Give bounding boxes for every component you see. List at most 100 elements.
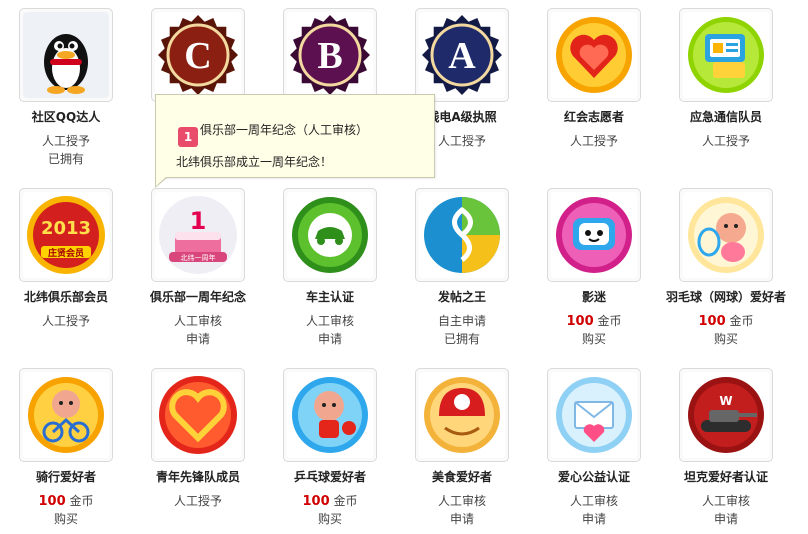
badge-card: 影迷 100 金币购买 <box>528 180 660 350</box>
badge-acquire-method: 人工审核 <box>305 314 354 328</box>
medal-letter: C <box>184 35 211 77</box>
cycling-mascot-icon <box>23 372 109 458</box>
price-unit: 金币 <box>333 494 358 508</box>
svg-text:北纬一周年: 北纬一周年 <box>181 253 216 262</box>
svg-text:2013: 2013 <box>41 218 91 239</box>
badge-acquire-method: 人工审核 <box>437 494 486 508</box>
badge-image[interactable]: A <box>415 8 509 102</box>
badge-name: 坦克爱好者认证 <box>683 470 768 484</box>
badge-card: 社区QQ达人 人工授予 已拥有 <box>0 0 132 170</box>
badge-card: 应急通信队员 人工授予 <box>660 0 792 170</box>
badge-tooltip: 1 俱乐部一周年纪念（人工审核） 北纬俱乐部成立一周年纪念！ <box>155 94 435 188</box>
buy-link[interactable]: 购买 <box>264 510 396 527</box>
badge-image[interactable] <box>151 368 245 462</box>
c-medal-icon: C <box>155 12 241 98</box>
badge-image[interactable]: C <box>151 8 245 102</box>
anniversary-cake-icon: 1 北纬一周年 <box>155 192 241 278</box>
badge-card: 乒乓球爱好者 100 金币 购买 <box>264 360 396 530</box>
a-medal-icon: A <box>419 12 505 98</box>
tv-mascot-icon <box>551 192 637 278</box>
youth-heart-icon <box>155 372 241 458</box>
badge-name: 爱心公益认证 <box>557 470 630 484</box>
badge-image[interactable] <box>415 368 509 462</box>
chef-hat-icon <box>419 372 505 458</box>
badge-image[interactable] <box>19 8 113 102</box>
medal-letter: A <box>448 35 476 77</box>
apply-link[interactable]: 申请 <box>132 330 264 347</box>
badge-acquire-method: 自主申请 <box>437 314 486 328</box>
badge-image[interactable]: W <box>679 368 773 462</box>
badge-card: 羽毛球（网球）爱好者 100 金币 购买 <box>660 180 792 350</box>
qq-penguin-icon <box>23 12 109 98</box>
badge-card: 红会志愿者 人工授予 <box>528 0 660 170</box>
badge-image[interactable] <box>547 188 641 282</box>
badge-image[interactable] <box>547 368 641 462</box>
tooltip-arrow-fill <box>156 177 166 186</box>
tennis-mascot-icon <box>683 192 769 278</box>
badge-card: 发帖之王 自主申请 已拥有 <box>396 180 528 350</box>
medal-letter: B <box>317 35 342 77</box>
price-value: 100 <box>302 494 330 509</box>
badge-image[interactable] <box>547 8 641 102</box>
tooltip-description: 北纬俱乐部成立一周年纪念！ <box>176 155 333 169</box>
price-value: 100 <box>698 314 726 329</box>
apply-link[interactable]: 申请 <box>660 510 792 527</box>
price-value: 100 <box>566 314 594 329</box>
price-value: 100 <box>38 494 66 509</box>
svg-text:W: W <box>719 394 732 408</box>
badge-acquire-method: 人工审核 <box>569 494 618 508</box>
buy-link[interactable]: 购买 <box>660 330 792 347</box>
badge-acquire-method: 人工授予 <box>41 134 90 148</box>
badge-image[interactable] <box>679 188 773 282</box>
badge-status: 已拥有 <box>443 332 480 346</box>
pingpong-mascot-icon <box>287 372 373 458</box>
badge-card: W 坦克爱好者认证 人工审核申请 <box>660 360 792 530</box>
badge-price: 100 金币 <box>264 492 396 509</box>
price-unit: 金币 <box>69 494 94 508</box>
badge-price: 100 金币 <box>660 312 792 329</box>
badge-name: 影迷 <box>581 290 606 304</box>
badge-image[interactable]: 2013 庄贤会员 <box>19 188 113 282</box>
badge-image[interactable] <box>415 188 509 282</box>
badge-card: 爱心公益认证 人工审核申请 <box>528 360 660 530</box>
badge-price: 100 金币 <box>0 492 132 509</box>
apply-link[interactable]: 申请 <box>528 510 660 527</box>
badge-name: 社区QQ达人 <box>31 110 101 124</box>
apply-link[interactable]: 申请 <box>264 330 396 347</box>
buy-link[interactable]: 购买 <box>528 330 660 347</box>
badge-image[interactable] <box>679 8 773 102</box>
badge-card: 2013 庄贤会员 北纬俱乐部会员 人工授予 <box>0 180 132 350</box>
badge-acquire-method: 人工审核 <box>173 314 222 328</box>
badge-name: 骑行爱好者 <box>35 470 96 484</box>
badge-acquire-method: 人工授予 <box>701 134 750 148</box>
apply-link[interactable]: 申请 <box>396 510 528 527</box>
badge-acquire-method: 人工审核 <box>701 494 750 508</box>
badge-name: 红会志愿者 <box>563 110 624 124</box>
badge-image[interactable] <box>283 368 377 462</box>
buy-link[interactable]: 购买 <box>0 510 132 527</box>
love-letter-icon <box>551 372 637 458</box>
badge-name: 羽毛球（网球）爱好者 <box>665 290 786 304</box>
car-icon <box>287 192 373 278</box>
badge-card: 美食爱好者人工审核申请 <box>396 360 528 530</box>
badge-image[interactable]: B <box>283 8 377 102</box>
badge-image[interactable] <box>283 188 377 282</box>
badge-acquire-method: 人工授予 <box>41 314 90 328</box>
spiral-icon <box>419 192 505 278</box>
b-medal-icon: B <box>287 12 373 98</box>
badge-name: 青年先锋队成员 <box>155 470 240 484</box>
chat-bubble-icon <box>683 12 769 98</box>
tooltip-title: 俱乐部一周年纪念（人工审核） <box>200 123 369 137</box>
badge-name: 美食爱好者 <box>431 470 492 484</box>
badge-name: 乒乓球爱好者 <box>293 470 366 484</box>
price-unit: 金币 <box>729 314 754 328</box>
badge-image[interactable] <box>19 368 113 462</box>
badge-card: 1 北纬一周年 俱乐部一周年纪念 人工审核 申请 <box>132 180 264 350</box>
tank-icon: W <box>683 372 769 458</box>
badge-image[interactable]: 1 北纬一周年 <box>151 188 245 282</box>
badge-acquire-method: 人工授予 <box>173 494 222 508</box>
badge-name: 车主认证 <box>305 290 354 304</box>
badge-card: 骑行爱好者 100 金币 购买 <box>0 360 132 530</box>
badge-grid: 社区QQ达人 人工授予 已拥有 C B A 线电A级执照 人工授予 红会志愿者 人工授予 … <box>0 0 808 534</box>
price-unit: 金币 <box>597 314 622 328</box>
